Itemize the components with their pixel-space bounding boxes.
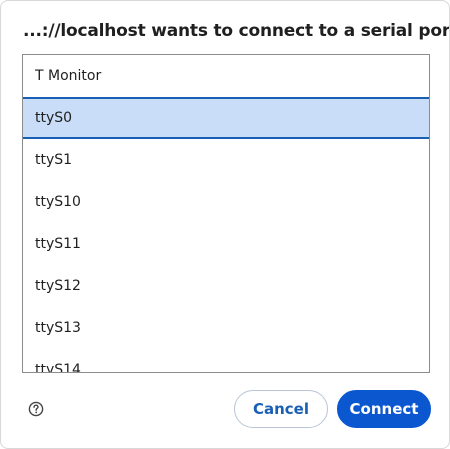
port-item-ttys12[interactable]: ttyS12	[23, 265, 429, 307]
connect-button[interactable]: Connect	[337, 390, 431, 428]
cancel-button[interactable]: Cancel	[234, 390, 328, 428]
port-item-ttys11[interactable]: ttyS11	[23, 223, 429, 265]
dialog-title: ...://localhost wants to connect to a se…	[23, 21, 450, 41]
port-item-ttys1[interactable]: ttyS1	[23, 139, 429, 181]
port-item-ttys14[interactable]: ttyS14	[23, 349, 429, 372]
serial-port-chooser-dialog: ...://localhost wants to connect to a se…	[0, 0, 450, 449]
port-item-ttys13[interactable]: ttyS13	[23, 307, 429, 349]
help-icon[interactable]	[28, 401, 44, 417]
port-item-ttys0[interactable]: ttyS0	[23, 97, 429, 139]
serial-port-list[interactable]: T Monitor ttyS0 ttyS1 ttyS10 ttyS11 ttyS…	[22, 54, 430, 373]
port-item-ttys10[interactable]: ttyS10	[23, 181, 429, 223]
port-item-t-monitor[interactable]: T Monitor	[23, 55, 429, 97]
